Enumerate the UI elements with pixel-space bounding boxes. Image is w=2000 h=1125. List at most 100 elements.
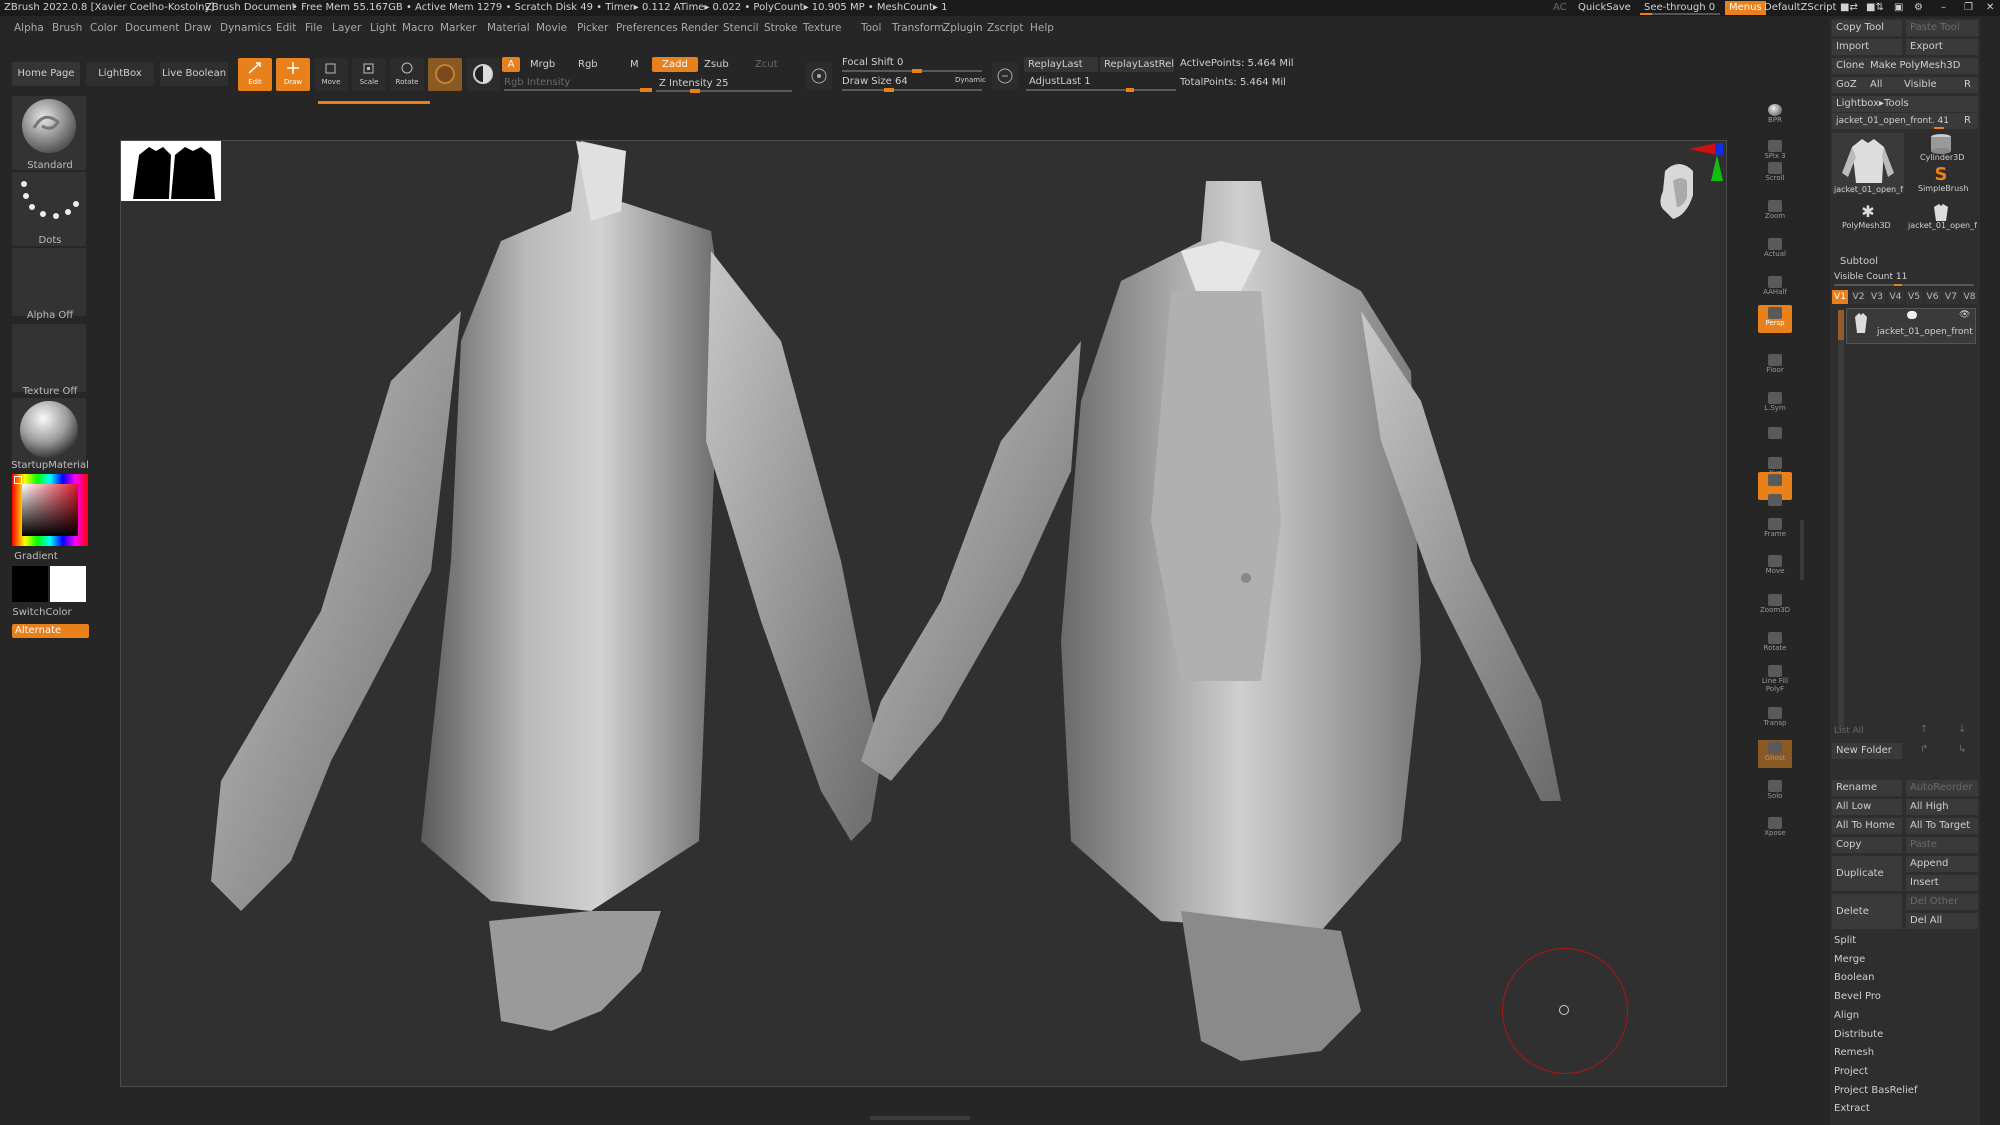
menu-render[interactable]: Render	[681, 18, 718, 38]
menu-texture[interactable]: Texture	[803, 18, 841, 38]
arrow-up-icon[interactable]: ↑	[1920, 724, 1928, 735]
tool-thumb-jacket-2[interactable]: jacket_01_open_f	[1906, 203, 1977, 233]
delete-button[interactable]: Delete	[1832, 894, 1902, 929]
move-up-icon[interactable]: ↱	[1920, 744, 1928, 755]
all-to-home-button[interactable]: All To Home	[1832, 818, 1902, 834]
goz-button[interactable]: GoZ	[1832, 77, 1866, 93]
material-swatch-button[interactable]	[428, 58, 462, 91]
lightbox-button[interactable]: LightBox	[86, 62, 154, 86]
subtool-header[interactable]: Subtool	[1840, 256, 1878, 267]
version-button-v2[interactable]: V2	[1850, 290, 1867, 304]
version-button-v4[interactable]: V4	[1887, 290, 1904, 304]
paste-subtool-button[interactable]: Paste	[1906, 837, 1978, 853]
insert-button[interactable]: Insert	[1906, 875, 1978, 891]
shelf-button-rotate[interactable]: Rotate	[1758, 630, 1792, 658]
zsub-button[interactable]: Zsub	[704, 59, 729, 70]
export-button[interactable]: Export	[1906, 39, 1978, 55]
all-low-button[interactable]: All Low	[1832, 799, 1902, 815]
menu-picker[interactable]: Picker	[577, 18, 608, 38]
menu-stencil[interactable]: Stencil	[723, 18, 759, 38]
section-remesh[interactable]: Remesh	[1834, 1047, 1874, 1058]
goz-all-button[interactable]: All	[1866, 77, 1900, 93]
alternate-button[interactable]: Alternate	[12, 624, 89, 638]
menu-material[interactable]: Material	[487, 18, 530, 38]
section-merge[interactable]: Merge	[1834, 954, 1865, 965]
home-page-button[interactable]: Home Page	[12, 62, 80, 86]
polypaint-toggle-icon[interactable]	[1907, 311, 1917, 319]
layout-icon[interactable]: ■⇄	[1836, 1, 1862, 15]
current-tool-r-button[interactable]: R	[1960, 113, 1978, 129]
shelf-button-solo[interactable]: Solo	[1758, 778, 1792, 806]
shelf-button-actual[interactable]: Actual	[1758, 236, 1792, 264]
palette-icon[interactable]: ▣	[1890, 1, 1907, 15]
menu-tool[interactable]: Tool	[861, 18, 881, 38]
menu-stroke[interactable]: Stroke	[764, 18, 797, 38]
document-canvas[interactable]	[120, 140, 1727, 1087]
menu-layer[interactable]: Layer	[332, 18, 361, 38]
version-button-v7[interactable]: V7	[1943, 290, 1959, 304]
menu-brush[interactable]: Brush	[52, 18, 82, 38]
zcut-button[interactable]: Zcut	[755, 59, 778, 70]
shelf-button-move[interactable]: Move	[1758, 553, 1792, 581]
menu-light[interactable]: Light	[370, 18, 396, 38]
rotate-button[interactable]: Rotate	[390, 58, 424, 91]
bottom-tray-handle[interactable]	[870, 1116, 970, 1120]
section-extract[interactable]: Extract	[1834, 1103, 1870, 1114]
settings-icon[interactable]: ⚙	[1910, 1, 1927, 15]
rgb-button[interactable]: Rgb	[578, 59, 598, 70]
list-all-button[interactable]: List All	[1834, 726, 1864, 736]
duplicate-button[interactable]: Duplicate	[1832, 856, 1902, 891]
shelf-button-l-sym[interactable]: L.Sym	[1758, 390, 1792, 418]
import-button[interactable]: Import	[1832, 39, 1902, 55]
menu-transform[interactable]: Transform	[892, 18, 944, 38]
brush-button[interactable]	[12, 96, 86, 170]
menu-file[interactable]: File	[305, 18, 323, 38]
menu-document[interactable]: Document	[125, 18, 179, 38]
del-other-button[interactable]: Del Other	[1906, 894, 1978, 910]
minimize-icon[interactable]: –	[1937, 1, 1950, 15]
focal-shift-slider[interactable]: Focal Shift 0	[842, 57, 903, 68]
arrow-down-icon[interactable]: ↓	[1958, 724, 1966, 735]
clone-button[interactable]: Clone	[1832, 58, 1866, 74]
version-button-v6[interactable]: V6	[1924, 290, 1941, 304]
section-project[interactable]: Project	[1834, 1066, 1868, 1077]
del-all-button[interactable]: Del All	[1906, 913, 1978, 929]
shelf-button-line-fill-polyf[interactable]: Line Fill PolyF	[1758, 663, 1792, 693]
main-color-swatch[interactable]	[12, 566, 48, 602]
menu-marker[interactable]: Marker	[440, 18, 476, 38]
menu-zscript[interactable]: Zscript	[987, 18, 1023, 38]
shelf-button-ghost[interactable]: Ghost	[1758, 740, 1792, 768]
replay-last-button[interactable]: ReplayLast	[1024, 57, 1098, 72]
shelf-button-persp[interactable]: Persp	[1758, 305, 1792, 333]
tool-thumb-simplebrush[interactable]: S SimpleBrush	[1906, 166, 1976, 196]
m-button[interactable]: M	[630, 59, 639, 70]
material-button[interactable]	[12, 398, 86, 466]
shelf-button-aahalf[interactable]: AAHalf	[1758, 274, 1792, 302]
draw-button[interactable]: Draw	[276, 58, 310, 91]
dynamic-toggle[interactable]: Dynamic	[955, 76, 986, 84]
shelf-button-xpose[interactable]: Xpose	[1758, 815, 1792, 843]
shelf-button-transp[interactable]: Transp	[1758, 705, 1792, 733]
mrgb-button[interactable]: Mrgb	[530, 59, 555, 70]
menu-help[interactable]: Help	[1030, 18, 1054, 38]
replay-last-rel-button[interactable]: ReplayLastRel	[1100, 57, 1174, 72]
live-boolean-button[interactable]: Live Boolean	[160, 62, 228, 86]
menu-movie[interactable]: Movie	[536, 18, 567, 38]
menu-draw[interactable]: Draw	[184, 18, 211, 38]
rgb-intensity-slider[interactable]: Rgb Intensity	[504, 77, 570, 88]
a-button[interactable]: A	[502, 57, 520, 72]
shelf-button-bpr[interactable]: BPR	[1758, 102, 1792, 130]
close-icon[interactable]: ✕	[1982, 1, 1998, 15]
paste-tool-button[interactable]: Paste Tool	[1906, 20, 1978, 36]
layout-icon[interactable]: ■⇅	[1862, 1, 1888, 15]
maximize-icon[interactable]: ❐	[1960, 1, 1977, 15]
section-distribute[interactable]: Distribute	[1834, 1029, 1883, 1040]
goz-r-button[interactable]: R	[1960, 77, 1978, 93]
version-button-v5[interactable]: V5	[1906, 290, 1922, 304]
menu-color[interactable]: Color	[90, 18, 117, 38]
section-boolean[interactable]: Boolean	[1834, 972, 1875, 983]
make-polymesh-button[interactable]: Make PolyMesh3D	[1866, 58, 1978, 74]
shelf-button-zoom3d[interactable]: Zoom3D	[1758, 592, 1792, 620]
menu-macro[interactable]: Macro	[402, 18, 434, 38]
edit-button[interactable]: Edit	[238, 58, 272, 91]
